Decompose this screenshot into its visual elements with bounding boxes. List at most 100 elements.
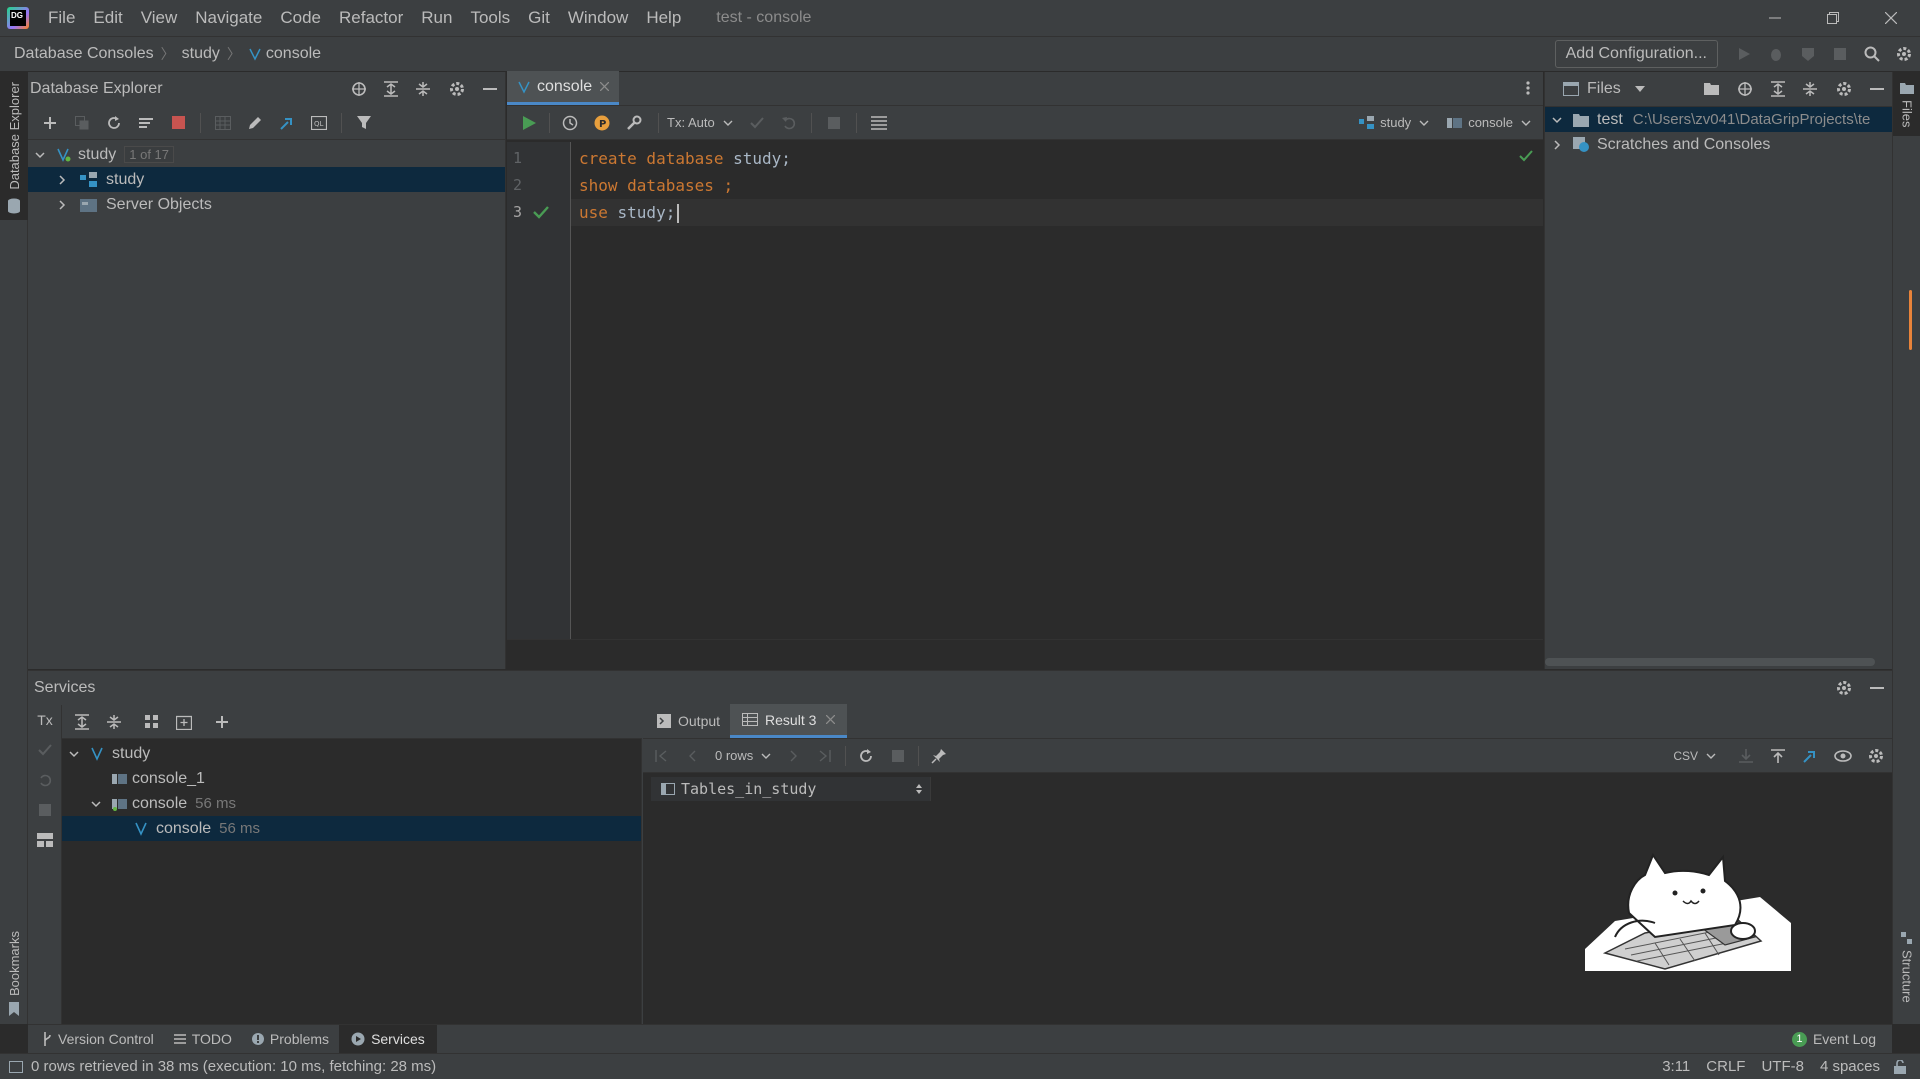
rollback-icon[interactable] xyxy=(773,116,805,130)
add-icon[interactable] xyxy=(34,115,66,131)
debug-icon[interactable] xyxy=(1760,36,1792,72)
menu-edit[interactable]: Edit xyxy=(84,0,131,36)
stop-icon[interactable] xyxy=(1824,36,1856,72)
chevron-right-icon[interactable] xyxy=(1551,139,1571,151)
close-tab-icon[interactable] xyxy=(600,82,610,91)
menu-window[interactable]: Window xyxy=(559,0,637,36)
tree-item-server-objects[interactable]: Server Objects xyxy=(28,192,505,217)
sort-icon[interactable] xyxy=(916,784,922,794)
new-tab-icon[interactable] xyxy=(168,714,200,730)
chevron-down-icon[interactable] xyxy=(68,748,86,760)
collapse-all-icon[interactable] xyxy=(407,81,439,97)
menu-navigate[interactable]: Navigate xyxy=(186,0,271,36)
execute-icon[interactable] xyxy=(513,115,545,130)
horizontal-scrollbar-thumb[interactable] xyxy=(1545,658,1875,666)
hide-panel-icon[interactable] xyxy=(475,87,505,91)
download-icon[interactable] xyxy=(1730,748,1762,763)
stop-icon[interactable] xyxy=(162,116,194,129)
tool-window-services[interactable]: Services xyxy=(339,1024,437,1054)
coverage-icon[interactable] xyxy=(1792,36,1824,72)
restore-button[interactable] xyxy=(1804,0,1862,36)
menu-refactor[interactable]: Refactor xyxy=(330,0,412,36)
query-console-icon[interactable]: QL xyxy=(303,115,335,130)
tool-window-todo[interactable]: TODO xyxy=(164,1025,242,1054)
breadcrumb-item[interactable]: console xyxy=(266,45,321,63)
chevron-down-icon[interactable] xyxy=(1551,114,1571,126)
menu-tools[interactable]: Tools xyxy=(461,0,519,36)
chevron-right-icon[interactable] xyxy=(56,174,74,186)
refresh-icon[interactable] xyxy=(98,115,130,131)
add-service-icon[interactable] xyxy=(206,714,238,730)
gear-icon[interactable] xyxy=(439,81,475,97)
locate-icon[interactable] xyxy=(343,81,375,97)
tx-icon[interactable]: Tx xyxy=(28,705,62,735)
tab-output[interactable]: Output xyxy=(643,704,730,738)
rows-count-dropdown[interactable]: 0 rows xyxy=(715,748,753,763)
wrench-icon[interactable] xyxy=(618,115,650,131)
horizontal-scrollbar[interactable] xyxy=(507,639,1543,669)
search-everywhere-icon[interactable] xyxy=(1856,36,1888,72)
breadcrumb-item[interactable]: Database Consoles xyxy=(14,45,154,63)
chevron-right-icon[interactable] xyxy=(56,199,74,211)
tool-window-problems[interactable]: Problems xyxy=(242,1025,339,1054)
schema-sync-icon[interactable] xyxy=(130,115,162,131)
open-folder-icon[interactable] xyxy=(1696,82,1728,96)
pin-icon[interactable] xyxy=(923,748,955,764)
explain-plan-icon[interactable]: P xyxy=(586,115,618,131)
services-tree-item[interactable]: console 56 ms xyxy=(62,816,641,841)
structure-stripe-button[interactable]: Structure xyxy=(1893,932,1920,1032)
chevron-down-icon[interactable] xyxy=(34,149,52,161)
compare-icon[interactable] xyxy=(1794,748,1826,764)
layout-icon[interactable] xyxy=(28,825,62,855)
menu-run[interactable]: Run xyxy=(412,0,461,36)
locate-icon[interactable] xyxy=(1728,81,1762,97)
group-by-icon[interactable] xyxy=(136,714,168,729)
tree-item-project[interactable]: test C:\Users\zv041\DataGripProjects\te xyxy=(1545,107,1892,132)
expand-all-icon[interactable] xyxy=(1762,81,1794,97)
menu-code[interactable]: Code xyxy=(271,0,330,36)
column-header[interactable]: Tables_in_study xyxy=(651,777,931,801)
services-tree-item[interactable]: study xyxy=(62,741,641,766)
files-stripe-button[interactable]: Files xyxy=(1893,72,1920,136)
export-format-dropdown[interactable]: CSV xyxy=(1673,749,1698,763)
menu-view[interactable]: View xyxy=(132,0,187,36)
first-page-icon[interactable] xyxy=(645,749,677,762)
gear-icon[interactable] xyxy=(1826,680,1862,696)
code-editor[interactable]: 123 create database study; show databases… xyxy=(507,142,1543,639)
more-tabs-icon[interactable] xyxy=(1513,71,1543,105)
indent-setting[interactable]: 4 spaces xyxy=(1812,1058,1888,1075)
tree-item-study-schema[interactable]: study xyxy=(28,167,505,192)
services-tree-item[interactable]: console 56 ms xyxy=(62,791,641,816)
menu-git[interactable]: Git xyxy=(519,0,559,36)
bookmarks-stripe-button[interactable]: Bookmarks xyxy=(0,912,28,1022)
expand-all-icon[interactable] xyxy=(375,81,407,97)
refresh-icon[interactable] xyxy=(850,748,882,764)
stop-icon[interactable] xyxy=(28,795,62,825)
gear-icon[interactable] xyxy=(1826,81,1862,97)
jump-to-console-icon[interactable] xyxy=(271,115,303,131)
hide-panel-icon[interactable] xyxy=(1862,686,1892,690)
filter-icon[interactable] xyxy=(348,115,380,130)
close-button[interactable] xyxy=(1862,0,1920,36)
history-icon[interactable] xyxy=(554,115,586,131)
services-tree-item[interactable]: console_1 xyxy=(62,766,641,791)
schema-selector[interactable]: study xyxy=(1380,115,1411,130)
dropdown-arrow-icon[interactable] xyxy=(1634,85,1645,93)
editor-tab-console[interactable]: console xyxy=(507,71,620,105)
toggle-tool-windows-icon[interactable] xyxy=(9,1060,23,1073)
line-separator[interactable]: CRLF xyxy=(1698,1058,1753,1075)
minimize-button[interactable] xyxy=(1746,0,1804,36)
caret-position[interactable]: 3:11 xyxy=(1654,1058,1698,1075)
session-selector[interactable]: console xyxy=(1468,115,1513,130)
table-icon[interactable] xyxy=(207,115,239,130)
close-tab-icon[interactable] xyxy=(826,715,836,724)
tree-item-scratches[interactable]: Scratches and Consoles xyxy=(1545,132,1892,157)
lock-icon[interactable] xyxy=(1888,1059,1920,1074)
next-page-icon[interactable] xyxy=(777,750,809,762)
database-explorer-stripe-button[interactable]: Database Explorer xyxy=(0,72,28,220)
duplicate-icon[interactable] xyxy=(66,115,98,130)
commit-icon[interactable] xyxy=(28,735,62,765)
menu-file[interactable]: File xyxy=(39,0,84,36)
upload-icon[interactable] xyxy=(1762,748,1794,763)
tool-window-version-control[interactable]: Version Control xyxy=(28,1025,164,1054)
